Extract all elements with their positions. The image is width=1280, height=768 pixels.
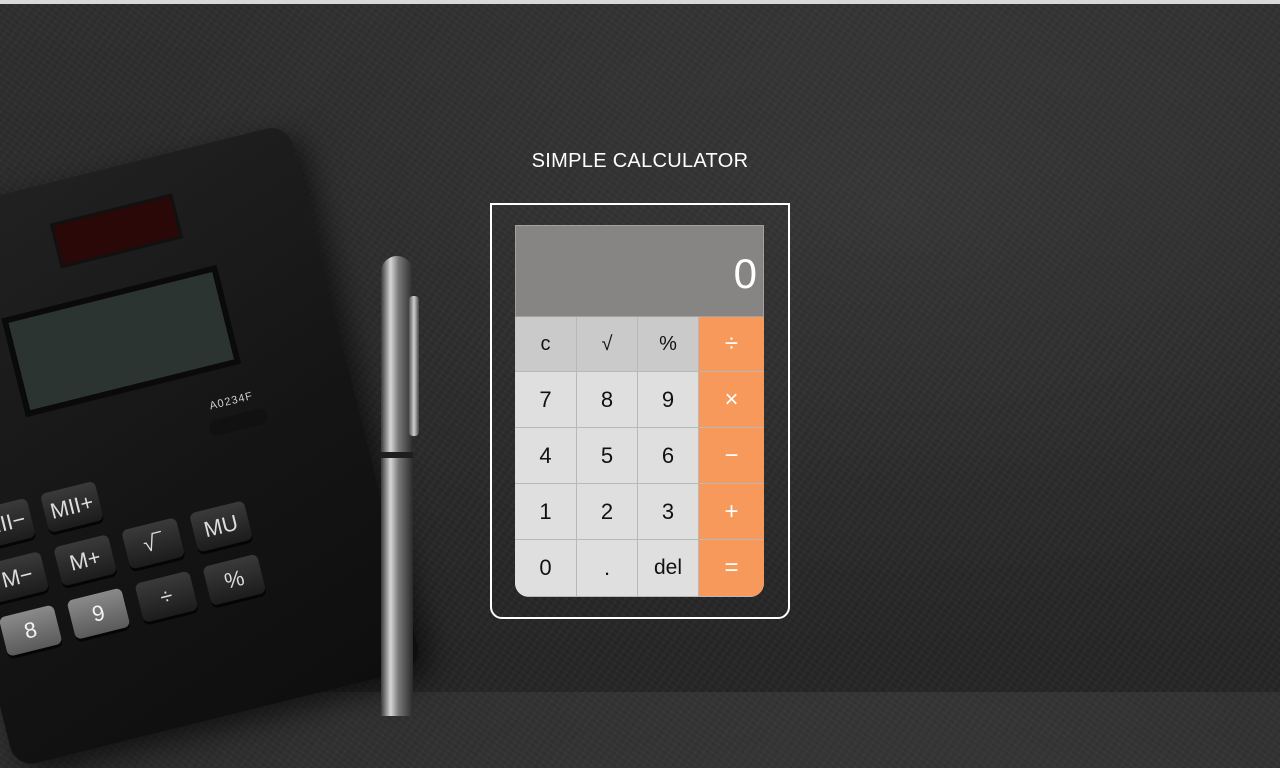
digit-9-button[interactable]: 9 [638, 372, 699, 428]
background-lcd-screen [1, 264, 242, 418]
clear-button[interactable]: c [515, 317, 577, 372]
keypad: c √ % ÷ 7 8 9 × 4 5 6 − 1 2 3 + 0 . del … [515, 317, 764, 597]
background-key: % [202, 553, 267, 606]
digit-6-button[interactable]: 6 [638, 428, 699, 484]
decimal-button[interactable]: . [577, 540, 638, 597]
background-key: MII− [0, 497, 36, 551]
background-key: MU [189, 500, 254, 553]
add-button[interactable]: + [699, 484, 764, 540]
calculator-display: 0 [515, 225, 764, 317]
background-switch-label: A0234F [208, 390, 255, 413]
calculator: 0 c √ % ÷ 7 8 9 × 4 5 6 − 1 2 3 + 0 . de… [515, 225, 764, 597]
background-solar-panel [49, 193, 184, 269]
background-pen-band [381, 452, 413, 458]
browser-top-edge [0, 0, 1280, 4]
background-key: 8 [0, 604, 63, 657]
digit-8-button[interactable]: 8 [577, 372, 638, 428]
background-switch [207, 407, 270, 438]
digit-2-button[interactable]: 2 [577, 484, 638, 540]
digit-1-button[interactable]: 1 [515, 484, 577, 540]
background-key: √‾ [121, 517, 186, 570]
equals-button[interactable]: = [699, 540, 764, 597]
digit-4-button[interactable]: 4 [515, 428, 577, 484]
delete-button[interactable]: del [638, 540, 699, 597]
subtract-button[interactable]: − [699, 428, 764, 484]
square-root-button[interactable]: √ [577, 317, 638, 372]
digit-3-button[interactable]: 3 [638, 484, 699, 540]
background-calculator-photo: A0234F MII− MII+ M− M+ √‾ MU 8 9 ÷ % [0, 123, 424, 768]
page-title: SIMPLE CALCULATOR [531, 150, 749, 172]
digit-7-button[interactable]: 7 [515, 372, 577, 428]
background-key: 9 [66, 587, 131, 640]
background-key: M+ [53, 534, 118, 587]
divide-button[interactable]: ÷ [699, 317, 764, 372]
multiply-button[interactable]: × [699, 372, 764, 428]
percent-button[interactable]: % [638, 317, 699, 372]
background-key: M− [0, 551, 50, 604]
background-key: ÷ [134, 570, 199, 623]
background-key: MII+ [39, 480, 104, 534]
digit-5-button[interactable]: 5 [577, 428, 638, 484]
background-pen-clip [409, 296, 419, 436]
digit-0-button[interactable]: 0 [515, 540, 577, 597]
